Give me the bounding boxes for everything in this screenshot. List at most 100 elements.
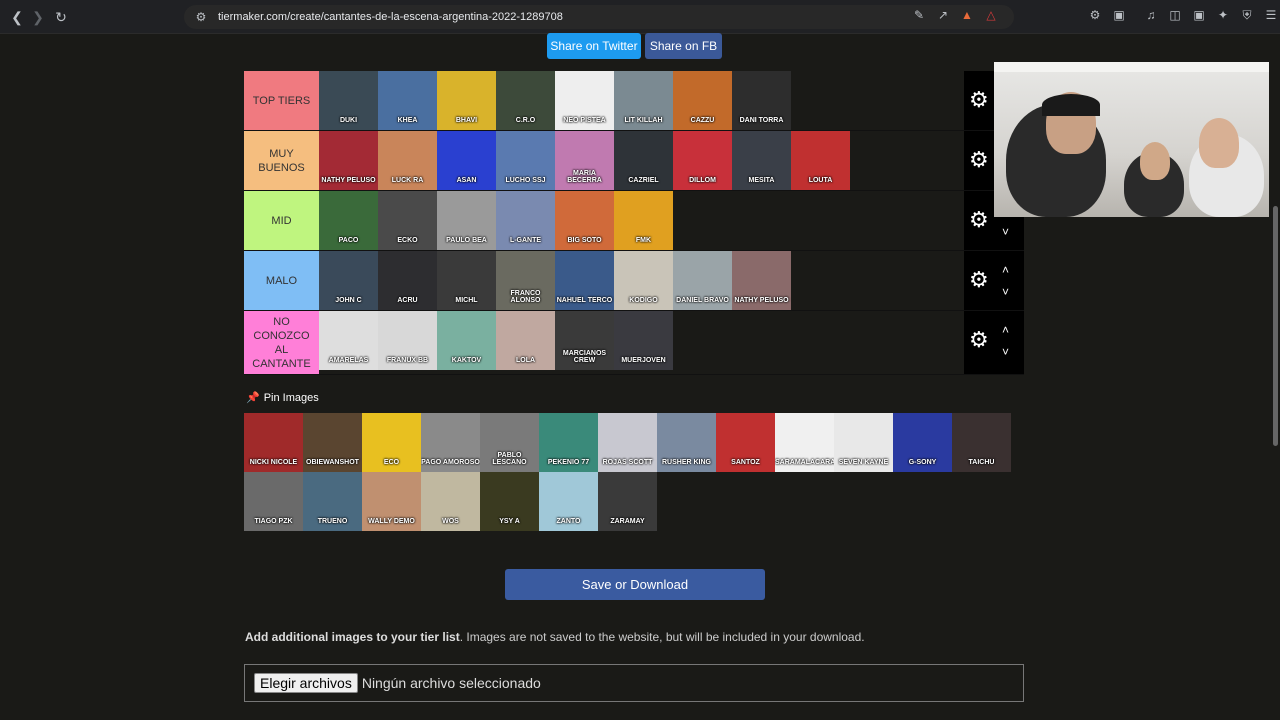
artist-image[interactable]: L-GANTE bbox=[496, 191, 555, 250]
artist-image[interactable]: TIAGO PZK bbox=[244, 472, 303, 531]
artist-image[interactable]: YSY A bbox=[480, 472, 539, 531]
artist-image[interactable]: PAGO AMOROSO bbox=[421, 413, 480, 472]
artist-image[interactable]: RUSHER KING bbox=[657, 413, 716, 472]
artist-image[interactable]: SANTOZ bbox=[716, 413, 775, 472]
artist-image[interactable]: MESITA bbox=[732, 131, 791, 190]
artist-image[interactable]: MARIA BECERRA bbox=[555, 131, 614, 190]
artist-image[interactable]: PAULO BEA bbox=[437, 191, 496, 250]
wallet-icon[interactable]: ▣ bbox=[1192, 8, 1206, 22]
extension-icons: ⚙ ▣ ♫ ◫ ▣ ✦ ⛨ ☰ bbox=[1088, 8, 1278, 22]
artist-image[interactable]: DANI TORRA bbox=[732, 71, 791, 130]
menu-icon[interactable]: ☰ bbox=[1264, 8, 1278, 22]
artist-image[interactable]: FMK bbox=[614, 191, 673, 250]
artist-image[interactable]: MARCIANOS CREW bbox=[555, 311, 614, 370]
artist-image[interactable]: ROJAS SCOTT bbox=[598, 413, 657, 472]
artist-image[interactable]: ACRU bbox=[378, 251, 437, 310]
artist-caption: KHEA bbox=[397, 117, 418, 124]
artist-image[interactable]: MUERJOVEN bbox=[614, 311, 673, 370]
chevron-down-icon[interactable]: ˅ bbox=[1002, 226, 1016, 238]
tier-label[interactable]: MALO bbox=[244, 251, 319, 310]
artist-image[interactable]: AMARELAS bbox=[319, 311, 378, 370]
extensions-icon[interactable]: ⚙ bbox=[1088, 8, 1102, 22]
brave-shield-icon[interactable]: ▲ bbox=[960, 8, 974, 22]
music-icon[interactable]: ♫ bbox=[1144, 8, 1158, 22]
artist-image[interactable]: LUCK RA bbox=[378, 131, 437, 190]
tier-label[interactable]: MID bbox=[244, 191, 319, 250]
save-download-button[interactable]: Save or Download bbox=[505, 569, 765, 600]
chevron-down-icon[interactable]: ˅ bbox=[1002, 286, 1016, 298]
artist-image[interactable]: CAZRIEL bbox=[614, 131, 673, 190]
scrollbar-thumb[interactable] bbox=[1273, 206, 1278, 446]
gear-icon[interactable]: ⚙ bbox=[969, 329, 991, 351]
artist-image[interactable]: LIT KILLAH bbox=[614, 71, 673, 130]
tier-label[interactable]: MUY BUENOS bbox=[244, 131, 319, 190]
artist-image[interactable]: NICKI NICOLE bbox=[244, 413, 303, 472]
artist-image[interactable]: JOHN C bbox=[319, 251, 378, 310]
artist-image[interactable]: KODIGO bbox=[614, 251, 673, 310]
artist-image[interactable]: OBIEWANSHOT bbox=[303, 413, 362, 472]
back-icon[interactable]: ❮ bbox=[6, 6, 28, 28]
artist-image[interactable]: NAHUEL TERCO bbox=[555, 251, 614, 310]
share-icon[interactable]: ↗ bbox=[936, 8, 950, 22]
artist-image[interactable]: MICHL bbox=[437, 251, 496, 310]
artist-image[interactable]: C.R.O bbox=[496, 71, 555, 130]
share-twitter-button[interactable]: Share on Twitter bbox=[547, 33, 641, 59]
screenshot-icon[interactable]: ▣ bbox=[1112, 8, 1126, 22]
chevron-up-icon[interactable]: ˄ bbox=[1002, 324, 1016, 336]
artist-image[interactable]: ZANTO bbox=[539, 472, 598, 531]
gear-icon[interactable]: ⚙ bbox=[969, 209, 991, 231]
site-info-icon[interactable]: ⚙ bbox=[194, 10, 208, 24]
artist-image[interactable]: WALLY DEMO bbox=[362, 472, 421, 531]
artist-image[interactable]: ASAN bbox=[437, 131, 496, 190]
artist-image[interactable]: TAICHU bbox=[952, 413, 1011, 472]
brave-rewards-icon[interactable]: △ bbox=[984, 8, 998, 22]
artist-image[interactable]: SARAMALACARA bbox=[775, 413, 834, 472]
tier-label[interactable]: NO CONOZCO AL CANTANTE bbox=[244, 311, 319, 374]
artist-image[interactable]: ECKO bbox=[378, 191, 437, 250]
artist-image[interactable]: BIG SOTO bbox=[555, 191, 614, 250]
chevron-down-icon[interactable]: ˅ bbox=[1002, 346, 1016, 358]
artist-image[interactable]: PEKENIO 77 bbox=[539, 413, 598, 472]
scrollbar[interactable] bbox=[1271, 34, 1280, 720]
artist-image[interactable]: PACO bbox=[319, 191, 378, 250]
gear-icon[interactable]: ⚙ bbox=[969, 89, 991, 111]
artist-image[interactable]: LOLA bbox=[496, 311, 555, 370]
artist-image[interactable]: DILLOM bbox=[673, 131, 732, 190]
share-facebook-button[interactable]: Share on FB bbox=[645, 33, 722, 59]
artist-image[interactable]: FRANCO ALONSO bbox=[496, 251, 555, 310]
artist-image[interactable]: BHAVI bbox=[437, 71, 496, 130]
artist-image[interactable]: NATHY PELUSO bbox=[732, 251, 791, 310]
artist-image[interactable]: ZARAMAY bbox=[598, 472, 657, 531]
artist-image[interactable]: KHEA bbox=[378, 71, 437, 130]
forward-icon[interactable]: ❯ bbox=[27, 6, 49, 28]
file-input[interactable]: Elegir archivos Ningún archivo seleccion… bbox=[244, 664, 1024, 702]
tier-label[interactable]: TOP TIERS bbox=[244, 71, 319, 130]
choose-files-button[interactable]: Elegir archivos bbox=[254, 673, 358, 693]
reload-icon[interactable]: ↻ bbox=[50, 6, 72, 28]
translate-icon[interactable]: ✎ bbox=[912, 8, 926, 22]
gear-icon[interactable]: ⚙ bbox=[969, 269, 991, 291]
artist-image[interactable]: G-SONY bbox=[893, 413, 952, 472]
artist-caption: KODIGO bbox=[629, 297, 658, 304]
address-bar[interactable]: ⚙ tiermaker.com/create/cantantes-de-la-e… bbox=[184, 5, 1014, 29]
artist-image[interactable]: DANIEL BRAVO bbox=[673, 251, 732, 310]
sidebar-icon[interactable]: ◫ bbox=[1168, 8, 1182, 22]
artist-image[interactable]: FRANUX BB bbox=[378, 311, 437, 370]
artist-image[interactable]: KAKTOV bbox=[437, 311, 496, 370]
artist-image[interactable]: TRUENO bbox=[303, 472, 362, 531]
artist-image[interactable]: ECO bbox=[362, 413, 421, 472]
artist-image[interactable]: LOUTA bbox=[791, 131, 850, 190]
artist-image[interactable]: NEO PISTEA bbox=[555, 71, 614, 130]
gear-icon[interactable]: ⚙ bbox=[969, 149, 991, 171]
artist-image[interactable]: DUKI bbox=[319, 71, 378, 130]
artist-image[interactable]: WOS bbox=[421, 472, 480, 531]
artist-image[interactable]: CAZZU bbox=[673, 71, 732, 130]
artist-image[interactable]: LUCHO SSJ bbox=[496, 131, 555, 190]
tier-items: JOHN C ACRU MICHL FRANCO ALONSO NAHUEL TERCO… bbox=[319, 251, 963, 310]
artist-image[interactable]: SEVEN KAYNE bbox=[834, 413, 893, 472]
artist-image[interactable]: PABLO LESCANO bbox=[480, 413, 539, 472]
chevron-up-icon[interactable]: ˄ bbox=[1002, 264, 1016, 276]
artist-image[interactable]: NATHY PELUSO bbox=[319, 131, 378, 190]
leo-icon[interactable]: ✦ bbox=[1216, 8, 1230, 22]
vpn-icon[interactable]: ⛨ bbox=[1240, 8, 1254, 22]
